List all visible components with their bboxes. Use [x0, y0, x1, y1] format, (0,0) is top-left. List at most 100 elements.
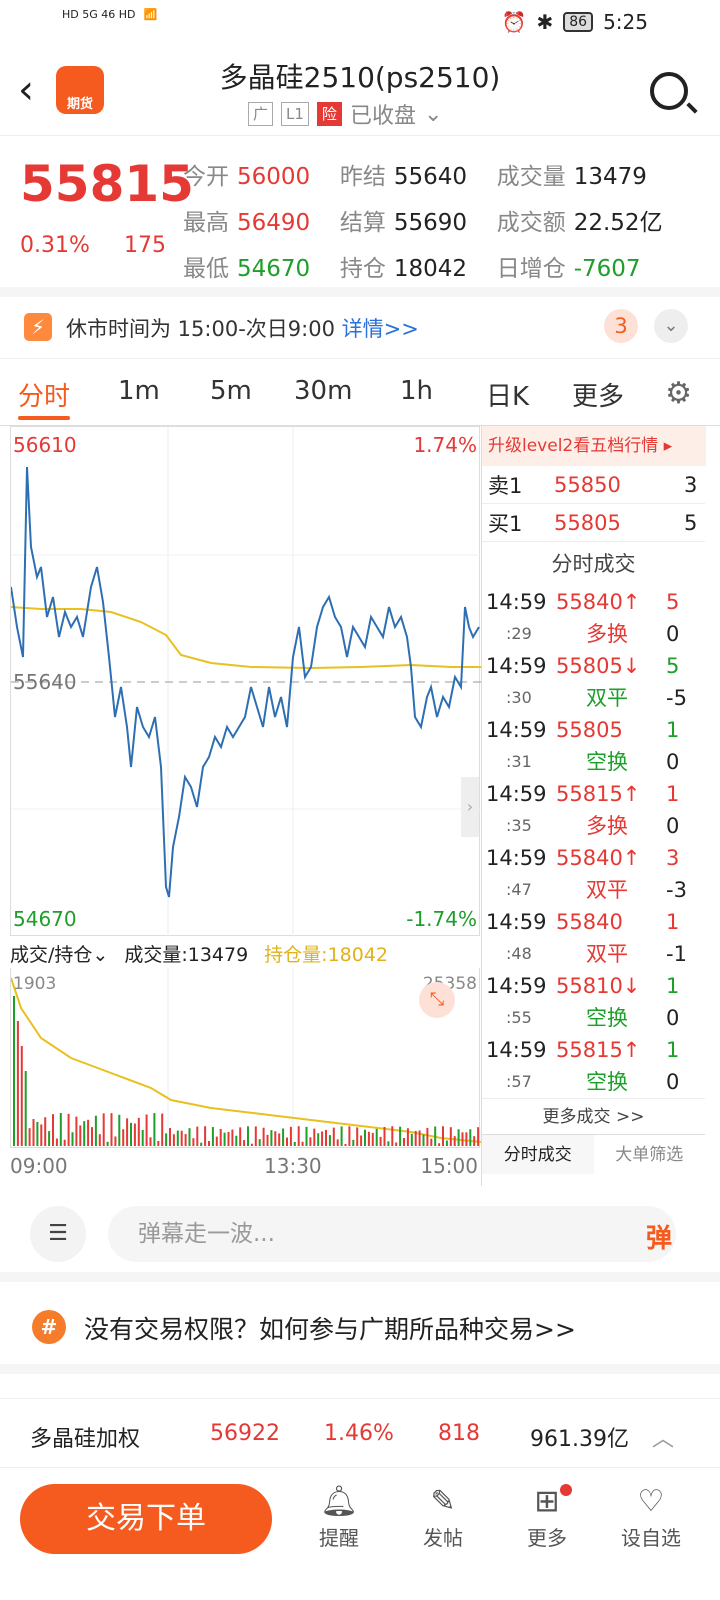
expand-icon[interactable]: ⤡	[419, 982, 455, 1018]
upgrade-level2-banner[interactable]: 升级level2看五档行情 ▸	[482, 426, 706, 466]
chart-high-price: 56610	[13, 433, 77, 457]
volume-bar	[250, 1143, 253, 1146]
trade-time: 14:59	[486, 654, 547, 678]
title-subline[interactable]: 广 L1 险 已收盘 ⌄	[248, 98, 442, 130]
volume-bar	[364, 1129, 366, 1146]
tab-daily[interactable]: 日K	[486, 376, 529, 413]
volume-bar	[204, 1126, 207, 1146]
trade-qty: 1	[666, 718, 680, 742]
tab-more[interactable]: 更多	[572, 376, 624, 413]
volume-bar	[118, 1114, 121, 1146]
quote-key: 最低	[183, 256, 229, 282]
volume-selector[interactable]: 成交/持仓⌄	[10, 940, 108, 967]
volume-bar	[442, 1126, 444, 1146]
volume-bar	[469, 1129, 472, 1146]
volume-bar	[360, 1135, 363, 1146]
trade-qty: 3	[666, 846, 680, 870]
time-start: 09:00	[10, 1154, 68, 1178]
volume-bar	[55, 1138, 58, 1146]
danmu-input[interactable]: 弹幕走一波...	[108, 1206, 676, 1262]
volume-bar	[430, 1138, 433, 1146]
details-link[interactable]: 详情>>	[342, 317, 419, 341]
volume-bar	[13, 996, 15, 1146]
trade-seconds: :29	[506, 624, 532, 643]
tab-1h[interactable]: 1h	[400, 376, 433, 406]
trade-open-interest: 0	[666, 814, 680, 838]
chart-low-price: 54670	[13, 907, 77, 931]
volume-max: 1903	[13, 974, 57, 994]
nav-watchlist[interactable]: ♡ 设自选	[606, 1484, 696, 1551]
trade-permission-banner[interactable]: # 没有交易权限？如何参与广期所品种交易>>	[0, 1292, 720, 1374]
volume-bar	[278, 1133, 281, 1146]
trade-price: 55805↓	[556, 654, 641, 678]
volume-bar	[266, 1134, 269, 1146]
volume-bar	[247, 1126, 249, 1146]
tab-1m[interactable]: 1m	[118, 376, 160, 406]
trade-open-interest: -5	[666, 686, 687, 710]
danmu-toggle[interactable]: 弹	[646, 1218, 672, 1255]
tab-trades[interactable]: 分时成交	[482, 1135, 594, 1174]
volume-bar	[414, 1130, 417, 1146]
nav-post[interactable]: ✎ 发帖	[398, 1484, 488, 1551]
notice-count-badge[interactable]: 3	[604, 309, 638, 343]
volume-bar	[465, 1132, 468, 1146]
trade-price: 55840↑	[556, 846, 641, 870]
volume-bar	[87, 1119, 90, 1146]
heart-icon: ♡	[637, 1484, 665, 1519]
quote-row: 最低 54670 持仓 18042 日增仓 -7607	[183, 243, 683, 289]
volume-bar	[102, 1113, 105, 1146]
trade-tabs: 分时成交 大单筛选	[482, 1134, 705, 1174]
tab-30m[interactable]: 30m	[294, 376, 352, 406]
volume-chart[interactable]: 1903 25358 ⤡	[10, 968, 482, 1148]
volume-bar	[348, 1126, 351, 1146]
volume-bar	[473, 1136, 476, 1146]
quote-cell: 今开 56000	[183, 157, 340, 191]
quote-value: 18042	[393, 256, 468, 282]
more-trades-link[interactable]: 更多成交 >>	[482, 1098, 705, 1134]
trade-type: 双平	[586, 942, 628, 966]
place-order-button[interactable]: 交易下单	[20, 1484, 272, 1554]
quote-value: 22.52亿	[573, 210, 663, 236]
tab-5m[interactable]: 5m	[210, 376, 252, 406]
trade-type: 多换	[586, 814, 628, 838]
volume-bar	[165, 1133, 168, 1146]
weighted-index-ticker[interactable]: 多晶硅加权 56922 1.46% 818 961.39亿 ︿	[0, 1398, 720, 1468]
tab-large-orders[interactable]: 大单筛选	[594, 1135, 706, 1174]
quote-cell: 成交量 13479	[497, 157, 683, 191]
trade-seconds: :48	[506, 944, 532, 963]
search-icon[interactable]	[650, 72, 688, 110]
chevron-up-icon[interactable]: ︿	[652, 1421, 674, 1453]
volume-bar	[352, 1139, 355, 1146]
trade-row: 14:59 55810↓ 1:55 空换 0	[482, 970, 705, 1034]
volume-bar	[79, 1125, 82, 1146]
nav-more[interactable]: ⊞ 更多	[502, 1484, 592, 1551]
notification-dot	[560, 1484, 572, 1496]
bluetooth-icon: ✱	[536, 10, 554, 34]
nav-remind[interactable]: 🔔︎ 提醒	[294, 1484, 384, 1551]
market-notice[interactable]: ⚡ 休市时间为 15:00-次日9:00 详情>> 3 ⌄	[0, 297, 720, 359]
volume-bar	[169, 1128, 171, 1146]
danmu-settings-icon[interactable]: ☰	[30, 1206, 86, 1262]
bell-icon: 🔔︎	[319, 1484, 359, 1519]
chevron-down-icon[interactable]: ⌄	[654, 309, 688, 343]
volume-bar	[24, 1071, 27, 1146]
quote-cell: 日增仓 -7607	[497, 249, 683, 283]
back-icon[interactable]: ‹	[18, 70, 34, 110]
gear-icon[interactable]: ⚙	[665, 376, 692, 411]
quote-key: 最高	[183, 210, 229, 236]
quote-key: 持仓	[339, 256, 386, 282]
clock: 5:25	[603, 10, 648, 34]
chevron-right-icon[interactable]: ›	[461, 777, 479, 837]
quote-key: 今开	[183, 164, 229, 190]
tab-intraday[interactable]: 分时	[18, 376, 70, 413]
volume-bar	[399, 1126, 402, 1146]
volume-bar	[309, 1137, 312, 1146]
volume-bar	[391, 1126, 394, 1146]
status-right: ⏰ ✱ 86 5:25	[502, 10, 648, 34]
bid-label: 买1	[488, 511, 523, 536]
volume-bar	[239, 1127, 242, 1146]
time-axis: 09:00 13:30 15:00	[10, 1154, 480, 1184]
volume-bar	[98, 1134, 101, 1146]
volume-bar	[243, 1140, 246, 1146]
intraday-chart[interactable]: 56610 1.74% 55640 54670 -1.74% ›	[10, 426, 481, 937]
